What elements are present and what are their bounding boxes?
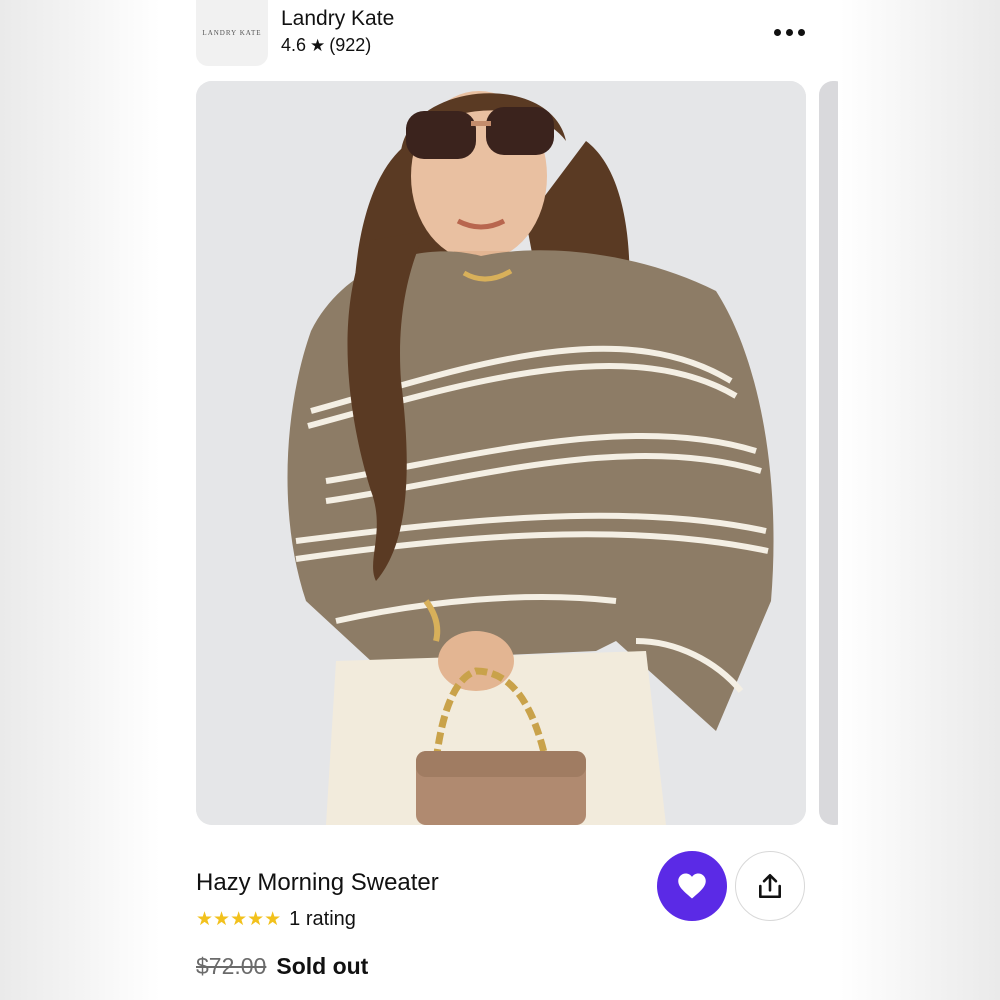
rating-count: 1 rating: [289, 908, 356, 930]
share-icon: [759, 873, 781, 899]
listing-card: LANDRY KATE Landry Kate 4.6 ★ (922) Hazy…: [163, 0, 838, 1000]
rating-stars: ★★★★★: [196, 909, 282, 930]
availability-status: Sold out: [276, 953, 369, 979]
heart-icon: [678, 873, 706, 899]
original-price: $72.00: [196, 953, 267, 979]
shop-review-count: (922): [329, 35, 372, 55]
next-photo-preview[interactable]: [819, 81, 838, 825]
favorite-button[interactable]: [657, 851, 727, 921]
more-options-button[interactable]: [763, 18, 815, 46]
shop-rating-value: 4.6: [281, 35, 307, 55]
more-horizontal-icon: [773, 28, 781, 36]
listing-rating[interactable]: ★★★★★ 1 rating: [196, 908, 356, 931]
shop-name[interactable]: Landry Kate: [281, 7, 394, 31]
shop-logo[interactable]: LANDRY KATE: [196, 0, 268, 66]
listing-photo[interactable]: [196, 81, 806, 825]
shop-logo-text: LANDRY KATE: [202, 29, 262, 37]
shop-rating: 4.6 ★ (922): [281, 35, 371, 56]
listing-photo-image: [196, 81, 806, 825]
listing-title[interactable]: Hazy Morning Sweater: [196, 869, 439, 897]
price-row: $72.00 Sold out: [196, 953, 368, 980]
star-icon: ★: [310, 35, 326, 55]
share-button[interactable]: [735, 851, 805, 921]
